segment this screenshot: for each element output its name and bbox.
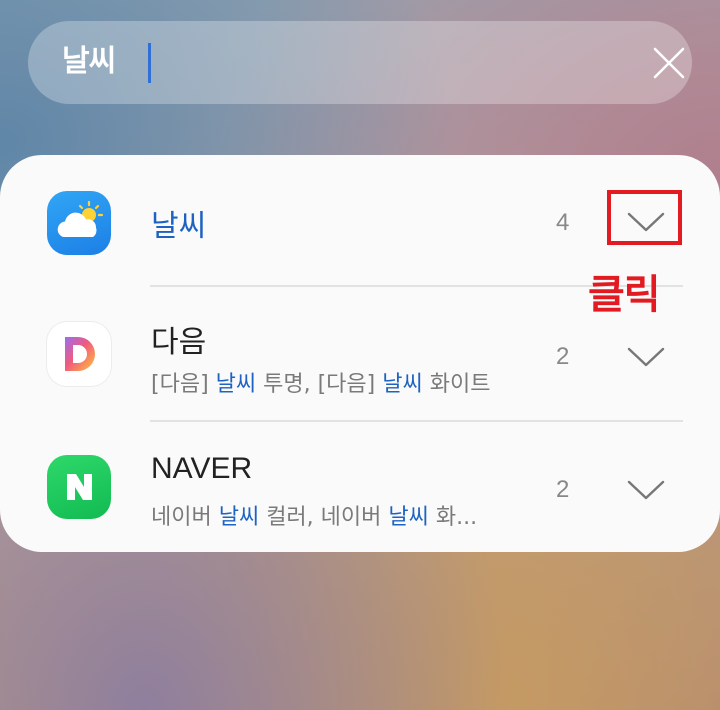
- annotation-highlight-box: [607, 190, 682, 245]
- app-subtitle-naver: 네이버 날씨 컬러, 네이버 날씨 화...: [151, 505, 478, 530]
- app-subtitle-daum: [다음] 날씨 투명, [다음] 날씨 화이트: [151, 372, 491, 397]
- list-item-naver[interactable]: NAVER 네이버 날씨 컬러, 네이버 날씨 화... 2: [0, 422, 720, 552]
- result-count: 2: [556, 476, 570, 503]
- app-name-weather: 날씨: [151, 209, 207, 244]
- result-count: 4: [556, 209, 570, 236]
- naver-app-icon: [47, 455, 111, 519]
- app-name-naver: NAVER: [151, 452, 253, 485]
- app-name-daum: 다음: [151, 325, 207, 360]
- result-count: 2: [556, 343, 570, 370]
- weather-app-icon: [47, 191, 111, 255]
- annotation-label: 클릭: [588, 272, 661, 318]
- search-input[interactable]: 날씨: [62, 41, 116, 83]
- chevron-down-icon[interactable]: [627, 479, 665, 501]
- close-icon[interactable]: [652, 46, 686, 80]
- chevron-down-icon[interactable]: [627, 346, 665, 368]
- text-caret: [148, 43, 151, 83]
- daum-app-icon: [47, 322, 111, 386]
- search-bar[interactable]: 날씨: [28, 21, 692, 104]
